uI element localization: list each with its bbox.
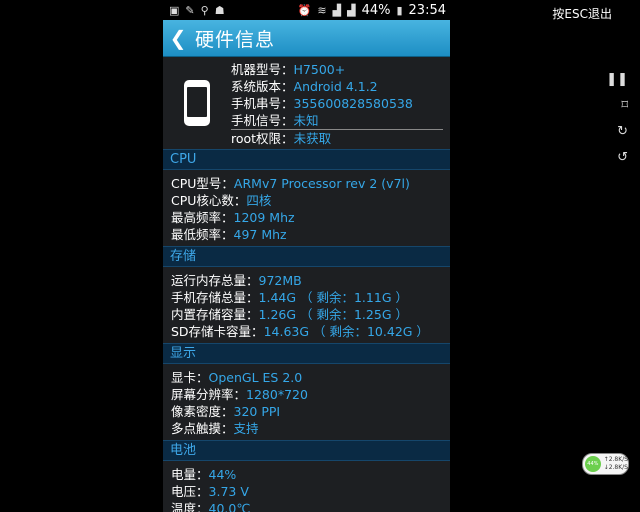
info-row: 内置存储容量：1.26G （ 剩余：1.25G ） xyxy=(171,307,408,322)
fullscreen-icon[interactable]: ⌑ xyxy=(621,98,628,113)
memory-percent-badge: 44% xyxy=(585,456,601,472)
chevron-left-icon[interactable]: ❮ xyxy=(163,26,193,50)
phone-screen: ▣ ✎ ⚲ ☗ ⏰ ≋ ▟ ▟ 44% ▮ 23:54 ❮ 硬件信息 机器型号：… xyxy=(163,0,450,512)
info-row: 最高频率：1209 Mhz xyxy=(171,210,295,225)
signal-icon-2: ▟ xyxy=(347,3,356,17)
battery-percent: 44% xyxy=(361,2,391,18)
status-bar: ▣ ✎ ⚲ ☗ ⏰ ≋ ▟ ▟ 44% ▮ 23:54 xyxy=(163,0,450,20)
signal-icon: ▟ xyxy=(332,3,342,17)
pause-icon[interactable]: ❚❚ xyxy=(606,72,628,87)
rotate-left-icon[interactable]: ↺ xyxy=(617,150,628,165)
root-row: root权限：未获取 xyxy=(231,131,332,146)
info-row: CPU型号：ARMv7 Processor rev 2 (v7l) xyxy=(171,176,410,191)
section-header-cpu: CPU xyxy=(163,149,450,170)
upload-rate: ↑2.8K/S xyxy=(603,456,628,463)
app-icon: ▣ xyxy=(169,3,180,17)
info-row: 像素密度：320 PPI xyxy=(171,404,281,419)
notification-icon: ✎ xyxy=(185,3,195,17)
info-row: CPU核心数：四核 xyxy=(171,193,272,208)
section-header-battery: 电池 xyxy=(163,440,450,461)
info-row: 电量：44% xyxy=(171,467,237,482)
info-row: 电压：3.73 V xyxy=(171,484,249,499)
page-title: 硬件信息 xyxy=(195,28,276,51)
info-row: 显卡：OpenGL ES 2.0 xyxy=(171,370,303,385)
signal-row: 手机信号：未知 xyxy=(231,112,443,130)
alarm-icon: ⏰ xyxy=(297,3,312,17)
info-row: 屏幕分辨率：1280*720 xyxy=(171,387,308,402)
phone-icon xyxy=(163,57,231,149)
system-version-row: 系统版本：Android 4.1.2 xyxy=(231,79,378,94)
info-row: 运行内存总量：972MB xyxy=(171,273,302,288)
section-header-storage: 存储 xyxy=(163,246,450,267)
section-header-display: 显示 xyxy=(163,343,450,364)
rotate-right-icon[interactable]: ↻ xyxy=(617,124,628,139)
info-row: 温度：40.0℃ xyxy=(171,501,251,512)
info-row: 最低频率：497 Mhz xyxy=(171,227,287,242)
clock: 23:54 xyxy=(408,2,446,18)
device-summary: 机器型号：H7500+ 系统版本：Android 4.1.2 手机串号：3556… xyxy=(163,57,450,149)
section-storage: 运行内存总量：972MB 手机存储总量：1.44G （ 剩余：1.11G ） 内… xyxy=(163,267,450,343)
device-model-row: 机器型号：H7500+ xyxy=(231,62,346,77)
section-battery: 电量：44% 电压：3.73 V 温度：40.0℃ xyxy=(163,461,450,512)
download-rate: ↓2.8K/S xyxy=(603,464,628,471)
title-bar: ❮ 硬件信息 xyxy=(163,20,450,57)
esc-exit-hint: 按ESC退出 xyxy=(552,7,612,21)
imei-row: 手机串号：355600828580538 xyxy=(231,96,413,111)
info-row: 手机存储总量：1.44G （ 剩余：1.11G ） xyxy=(171,290,408,305)
network-float-widget[interactable]: 44% ↑2.8K/S ↓2.8K/S xyxy=(582,453,629,475)
section-display: 显卡：OpenGL ES 2.0 屏幕分辨率：1280*720 像素密度：320… xyxy=(163,364,450,440)
android-icon: ☗ xyxy=(214,3,225,17)
battery-icon: ▮ xyxy=(396,3,403,17)
wifi-icon: ≋ xyxy=(317,3,327,17)
usb-icon: ⚲ xyxy=(200,3,209,17)
info-row: 多点触摸：支持 xyxy=(171,421,259,436)
section-cpu: CPU型号：ARMv7 Processor rev 2 (v7l) CPU核心数… xyxy=(163,170,450,246)
info-row: SD存储卡容量：14.63G （ 剩余：10.42G ） xyxy=(171,324,429,339)
